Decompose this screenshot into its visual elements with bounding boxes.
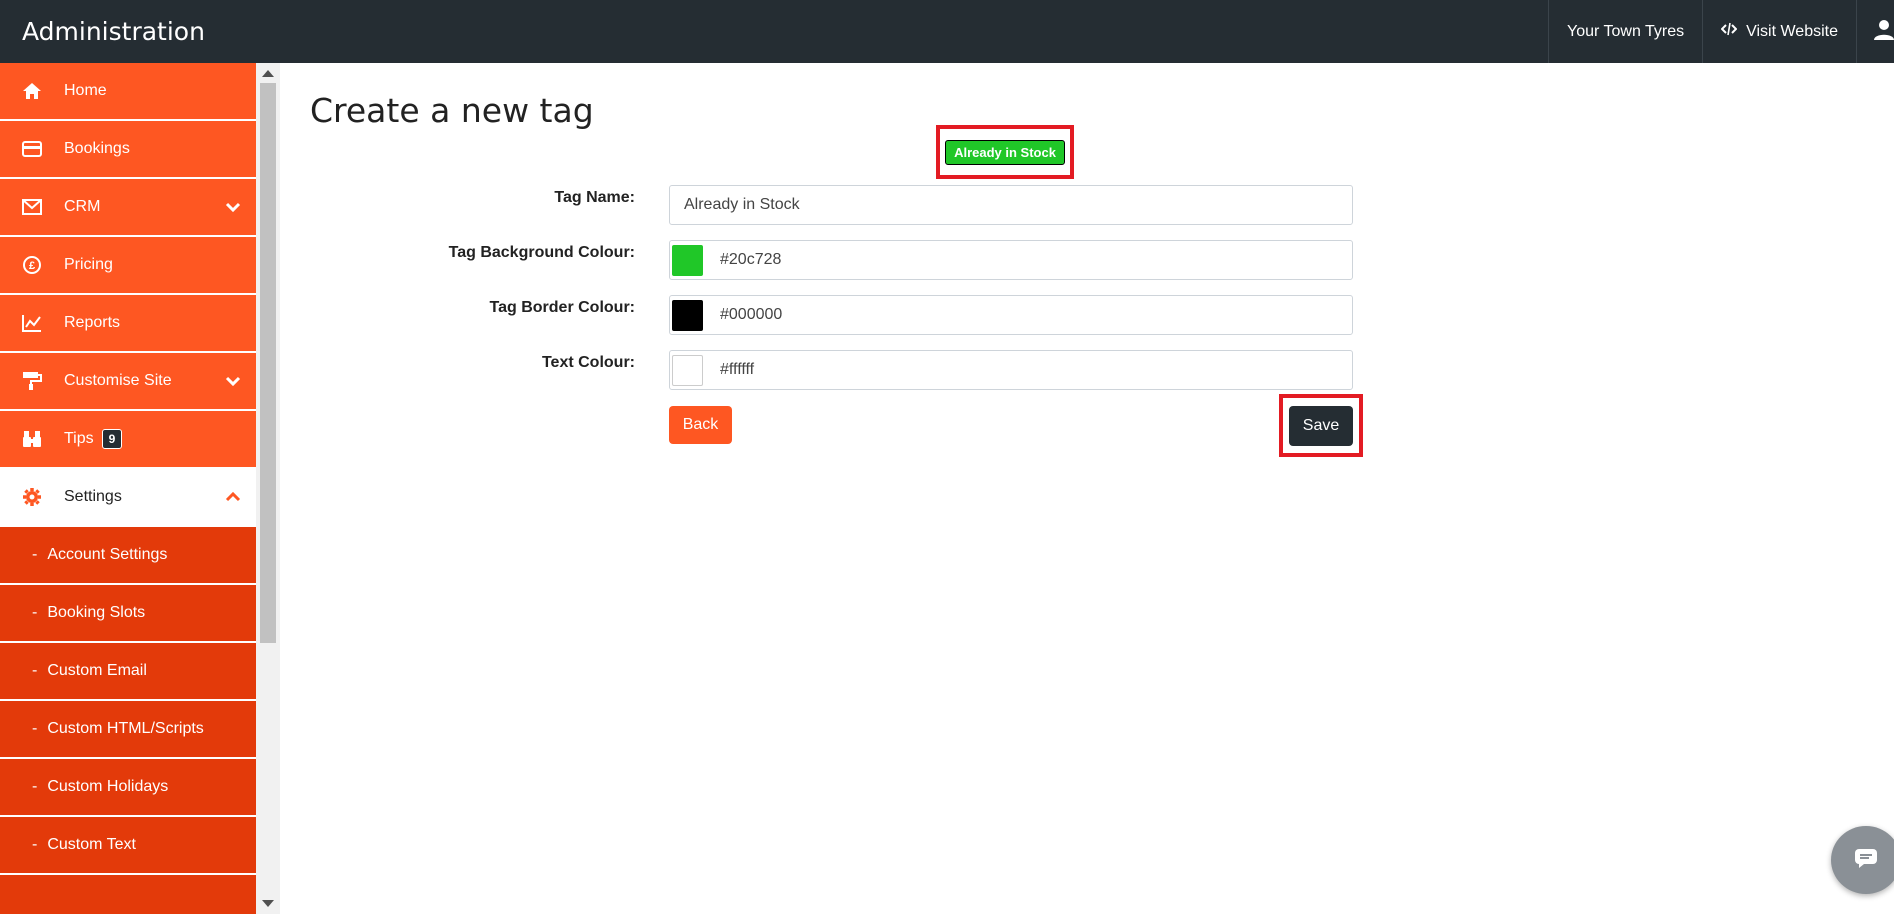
site-name-link[interactable]: Your Town Tyres <box>1548 0 1702 63</box>
sidebar-subitem-booking-slots[interactable]: - Booking Slots <box>0 585 256 643</box>
scroll-down-arrow-icon[interactable] <box>262 900 274 907</box>
sidebar-item-bookings[interactable]: Bookings <box>0 121 256 179</box>
tips-count-badge: 9 <box>101 429 123 449</box>
save-button-highlight: Save <box>1279 394 1363 457</box>
sidebar-item-label: Home <box>64 82 107 99</box>
bg-colour-label: Tag Background Colour: <box>448 244 635 261</box>
home-icon <box>0 82 64 100</box>
top-bar: Administration Your Town Tyres Visit Web… <box>0 0 1894 63</box>
border-colour-label: Tag Border Colour: <box>489 299 635 316</box>
paint-roller-icon <box>0 371 64 391</box>
sub-prefix: - <box>32 546 38 563</box>
tag-name-label: Tag Name: <box>554 189 635 206</box>
text-colour-label: Text Colour: <box>541 354 635 371</box>
bg-colour-row: Tag Background Colour: #20c728 <box>280 240 1380 280</box>
tag-preview-badge: Already in Stock <box>945 139 1065 165</box>
code-icon <box>1720 22 1738 41</box>
sidebar-item-label: Tips <box>64 430 94 447</box>
sidebar-subitem-label: Booking Slots <box>47 604 146 621</box>
sidebar-subitem-label: Custom HTML/Scripts <box>47 720 204 737</box>
sidebar-subitem-more[interactable] <box>0 875 256 914</box>
sidebar-subitem-label: Account Settings <box>47 546 168 563</box>
chart-line-icon <box>0 314 64 332</box>
sidebar-item-home[interactable]: Home <box>0 63 256 121</box>
sidebar-item-pricing[interactable]: £ Pricing <box>0 237 256 295</box>
sub-prefix: - <box>32 836 38 853</box>
app-title: Administration <box>22 17 205 46</box>
text-colour-input[interactable]: #ffffff <box>669 350 1353 390</box>
top-nav: Your Town Tyres Visit Website <box>1548 0 1894 63</box>
border-colour-value: #000000 <box>720 306 783 323</box>
sidebar-subitem-custom-email[interactable]: - Custom Email <box>0 643 256 701</box>
sidebar-subitem-label: Custom Text <box>47 836 136 853</box>
pound-circle-icon: £ <box>0 255 64 275</box>
credit-card-icon <box>0 141 64 157</box>
bg-colour-swatch[interactable] <box>672 244 703 276</box>
tag-name-value: Already in Stock <box>684 196 800 213</box>
save-button[interactable]: Save <box>1289 405 1353 446</box>
bg-colour-value: #20c728 <box>720 251 782 268</box>
visit-website-label: Visit Website <box>1746 22 1838 40</box>
scroll-up-arrow-icon[interactable] <box>262 70 274 77</box>
border-colour-row: Tag Border Colour: #000000 <box>280 295 1380 335</box>
sidebar-item-label: Reports <box>64 314 121 331</box>
sidebar-item-label-wrap: Tips 9 <box>64 429 256 449</box>
border-colour-swatch[interactable] <box>672 299 703 331</box>
chevron-up-icon <box>210 492 256 502</box>
text-colour-value: #ffffff <box>720 361 755 378</box>
border-colour-input[interactable]: #000000 <box>669 295 1353 335</box>
sub-prefix: - <box>32 662 38 679</box>
chat-widget-button[interactable] <box>1831 826 1894 894</box>
sidebar-item-label: Bookings <box>64 140 130 157</box>
sidebar-item-reports[interactable]: Reports <box>0 295 256 353</box>
sub-prefix: - <box>32 604 38 621</box>
sidebar-scrollbar[interactable] <box>256 63 280 914</box>
sidebar-item-customise-site[interactable]: Customise Site <box>0 353 256 411</box>
sidebar-subitem-label: Custom Holidays <box>47 778 169 795</box>
sidebar-item-label: Customise Site <box>64 372 172 389</box>
chevron-down-icon <box>210 376 256 386</box>
sidebar-item-label: CRM <box>64 198 101 215</box>
user-icon <box>1873 18 1894 45</box>
sidebar: Home Bookings CRM £ Pricing Reports Cust… <box>0 63 256 914</box>
sidebar-item-crm[interactable]: CRM <box>0 179 256 237</box>
gear-icon <box>0 487 64 507</box>
chat-icon <box>1853 847 1879 874</box>
user-menu[interactable] <box>1856 0 1894 63</box>
sidebar-item-tips[interactable]: Tips 9 <box>0 411 256 469</box>
main-content: Create a new tag Already in Stock Tag Na… <box>280 63 1894 914</box>
visit-website-link[interactable]: Visit Website <box>1702 0 1856 63</box>
tag-name-row: Tag Name: Already in Stock <box>280 185 1380 225</box>
site-name-label: Your Town Tyres <box>1567 22 1685 40</box>
sub-prefix: - <box>32 778 38 795</box>
tag-preview-highlight: Already in Stock <box>936 125 1074 179</box>
bg-colour-input[interactable]: #20c728 <box>669 240 1353 280</box>
sidebar-subitem-custom-html[interactable]: - Custom HTML/Scripts <box>0 701 256 759</box>
page-title: Create a new tag <box>310 91 594 130</box>
scrollbar-thumb[interactable] <box>260 83 276 643</box>
svg-text:£: £ <box>29 260 35 272</box>
sidebar-subitem-custom-text[interactable]: - Custom Text <box>0 817 256 875</box>
tag-name-input[interactable]: Already in Stock <box>669 185 1353 225</box>
chevron-down-icon <box>210 202 256 212</box>
binoculars-icon <box>0 430 64 448</box>
back-button[interactable]: Back <box>669 406 732 444</box>
sidebar-item-label: Settings <box>64 488 122 505</box>
sidebar-item-settings[interactable]: Settings <box>0 469 256 527</box>
sidebar-subitem-custom-holidays[interactable]: - Custom Holidays <box>0 759 256 817</box>
envelope-icon <box>0 199 64 215</box>
sidebar-subitem-label: Custom Email <box>47 662 147 679</box>
sidebar-subitem-account-settings[interactable]: - Account Settings <box>0 527 256 585</box>
sub-prefix: - <box>32 720 38 737</box>
text-colour-row: Text Colour: #ffffff <box>280 350 1380 390</box>
text-colour-swatch[interactable] <box>672 354 703 386</box>
sidebar-item-label: Pricing <box>64 256 113 273</box>
